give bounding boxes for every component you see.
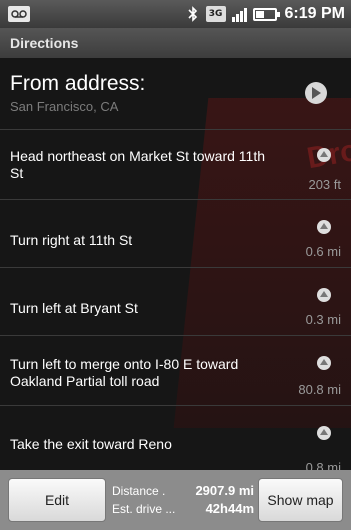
turn-arrow-icon xyxy=(317,220,331,234)
direction-step-row[interactable]: Turn left at Bryant St 0.3 mi xyxy=(0,268,351,336)
turn-arrow-icon xyxy=(317,148,331,162)
distance-value: 2907.9 mi xyxy=(195,483,254,498)
direction-step-row[interactable]: Turn left to merge onto I-80 E toward Oa… xyxy=(0,336,351,406)
edit-button[interactable]: Edit xyxy=(8,478,106,522)
step-instruction: Head northeast on Market St toward 11th … xyxy=(10,148,265,181)
title-bar: Directions xyxy=(0,28,351,58)
voicemail-icon xyxy=(8,6,30,22)
route-summary: Distance . 2907.9 mi Est. drive ... 42h4… xyxy=(112,482,254,518)
turn-arrow-icon xyxy=(317,356,331,370)
from-address-location: San Francisco, CA xyxy=(10,99,119,114)
directions-list[interactable]: Dro From address: San Francisco, CA Head… xyxy=(0,58,351,470)
location-pin-icon[interactable] xyxy=(305,82,327,104)
step-instruction: Take the exit toward Reno xyxy=(10,436,172,452)
direction-step-row[interactable]: Head northeast on Market St toward 11th … xyxy=(0,130,351,200)
drive-time-value: 42h44m xyxy=(205,501,254,516)
step-instruction: Turn left to merge onto I-80 E toward Oa… xyxy=(10,356,239,389)
status-bar: 3G 6:19 PM xyxy=(0,0,351,28)
step-distance: 0.6 mi xyxy=(305,244,341,259)
step-instruction: Turn left at Bryant St xyxy=(10,300,138,316)
step-distance: 0.8 mi xyxy=(305,460,341,470)
step-distance: 80.8 mi xyxy=(298,382,341,397)
network-type-icon: 3G xyxy=(205,6,226,22)
battery-icon xyxy=(252,7,280,21)
bluetooth-icon xyxy=(186,5,200,23)
page-title: Directions xyxy=(10,35,79,51)
step-distance: 0.3 mi xyxy=(305,312,341,327)
distance-label: Distance . xyxy=(112,484,166,498)
direction-step-row[interactable]: Take the exit toward Reno 0.8 mi xyxy=(0,406,351,470)
from-address-title: From address: xyxy=(10,72,146,95)
direction-step-row[interactable]: Turn right at 11th St 0.6 mi xyxy=(0,200,351,268)
bottom-action-bar: Edit Distance . 2907.9 mi Est. drive ...… xyxy=(0,470,351,530)
signal-strength-icon xyxy=(231,6,247,22)
from-address-row[interactable]: From address: San Francisco, CA xyxy=(0,58,351,130)
status-time: 6:19 PM xyxy=(284,5,345,22)
drive-time-label: Est. drive ... xyxy=(112,502,176,516)
show-map-button[interactable]: Show map xyxy=(258,478,343,522)
step-instruction: Turn right at 11th St xyxy=(10,232,133,248)
turn-arrow-icon xyxy=(317,288,331,302)
turn-arrow-icon xyxy=(317,426,331,440)
step-distance: 203 ft xyxy=(308,177,341,192)
